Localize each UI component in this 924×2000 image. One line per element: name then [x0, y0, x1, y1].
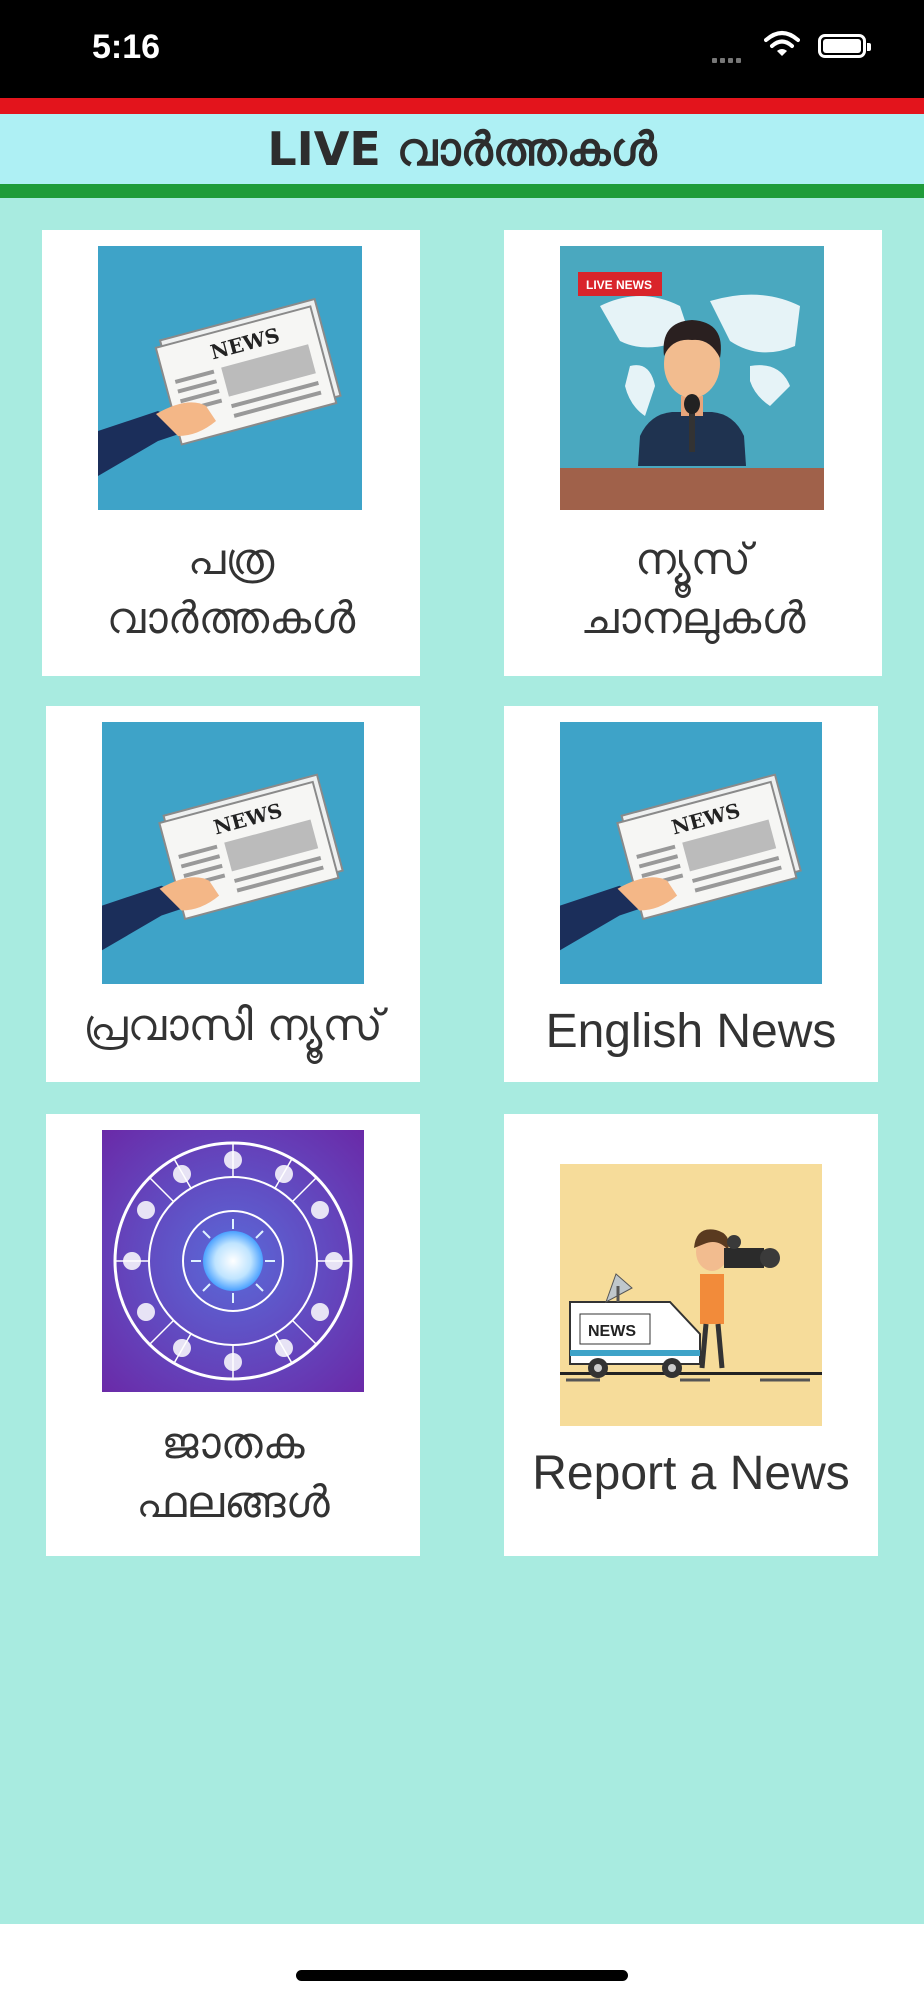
- pravasi-news-card[interactable]: NEWS പ്രവാസി ന്യൂസ്: [46, 706, 420, 1082]
- news-reporter-icon: NEWS: [560, 1164, 822, 1426]
- card-label-line1: ന്യൂസ്: [635, 534, 751, 585]
- header-green-stripe: [0, 184, 924, 198]
- cellular-signal-icon: [712, 48, 744, 67]
- news-channels-card[interactable]: LIVE NEWS ന്യൂസ് ചാനലുകൾ: [504, 230, 882, 676]
- newspaper-news-card[interactable]: NEWS പത്ര വാർത്തകൾ: [42, 230, 420, 676]
- horoscope-card[interactable]: ജാതക ഫലങ്ങൾ: [46, 1114, 420, 1556]
- home-indicator[interactable]: [296, 1970, 628, 1981]
- newspaper-icon: NEWS: [560, 722, 822, 984]
- newspaper-icon: NEWS: [102, 722, 364, 984]
- battery-icon: [818, 34, 871, 58]
- card-label-line1: English News: [545, 1005, 837, 1058]
- card-label-line1: പ്രവാസി ന്യൂസ്: [83, 1000, 383, 1051]
- status-time: 5:16: [92, 28, 161, 66]
- news-anchor-icon: LIVE NEWS: [560, 246, 824, 510]
- card-label: English News: [504, 1000, 878, 1065]
- header-red-stripe: [0, 98, 924, 114]
- live-news-tag: LIVE NEWS: [586, 278, 652, 292]
- status-bar: 5:16: [0, 0, 924, 98]
- report-news-card[interactable]: NEWS Report a News: [504, 1114, 878, 1556]
- card-label: ജാതക ഫലങ്ങൾ: [46, 1414, 420, 1533]
- card-label-line2: വാർത്തകൾ: [106, 593, 356, 645]
- card-label-line2: ചാനലുകൾ: [580, 593, 806, 645]
- card-label-line1: ജാതക: [161, 1418, 305, 1469]
- card-label: ന്യൂസ് ചാനലുകൾ: [504, 530, 882, 649]
- english-news-card[interactable]: NEWS English News: [504, 706, 878, 1082]
- card-label-line1: പത്ര: [187, 534, 275, 585]
- page-title: LIVE വാർത്തകൾ: [0, 114, 924, 184]
- van-news-text: NEWS: [588, 1323, 636, 1340]
- card-label: Report a News: [504, 1442, 878, 1507]
- wifi-icon: [764, 30, 800, 62]
- card-label-line2: ഫലങ്ങൾ: [136, 1477, 330, 1529]
- zodiac-wheel-icon: [102, 1130, 364, 1392]
- card-label: പ്രവാസി ന്യൂസ്: [46, 996, 420, 1055]
- card-label-line1: Report a News: [532, 1447, 850, 1500]
- card-label: പത്ര വാർത്തകൾ: [42, 530, 420, 649]
- home-bar-area: [0, 1924, 924, 2000]
- newspaper-icon: NEWS: [98, 246, 362, 510]
